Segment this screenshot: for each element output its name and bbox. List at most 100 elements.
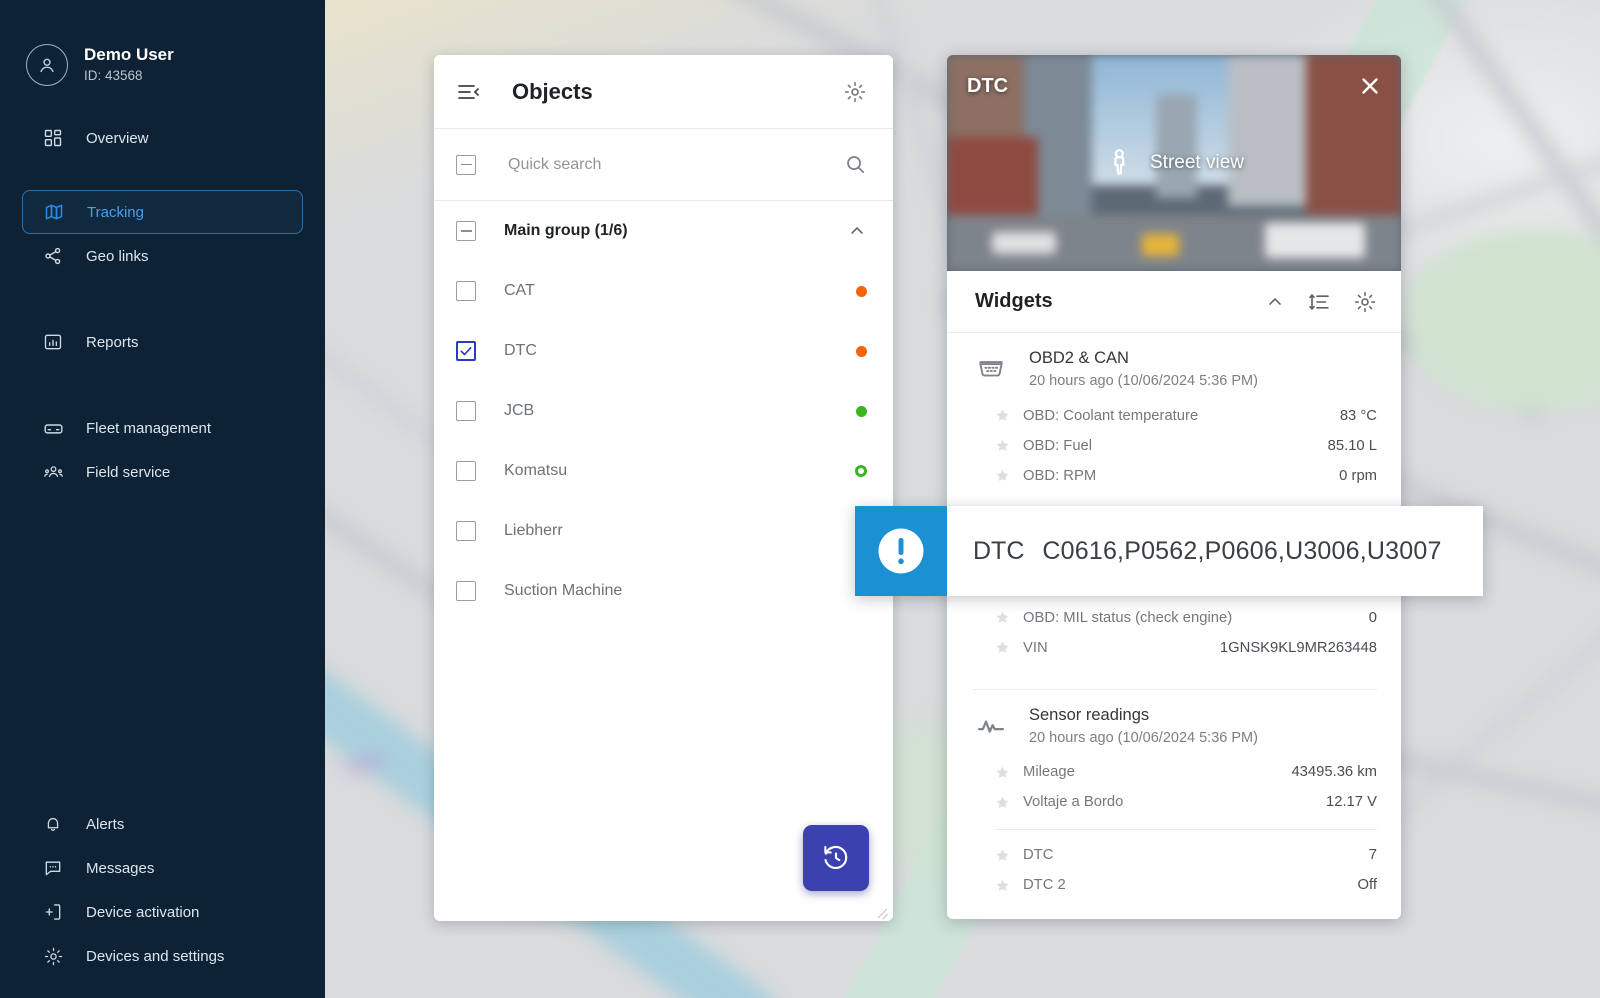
bell-icon (42, 813, 64, 835)
widget-row-key: VIN (1023, 639, 1048, 656)
sidebar-item-devices-and-settings[interactable]: Devices and settings (22, 934, 303, 978)
star-icon[interactable] (995, 408, 1011, 423)
map-icon (43, 201, 65, 223)
star-icon[interactable] (995, 848, 1011, 863)
star-icon[interactable] (995, 795, 1011, 810)
table-row[interactable]: CAT (434, 261, 893, 321)
widget-row-value: 12.17 V (1325, 794, 1377, 811)
user-id: ID: 43568 (84, 68, 143, 84)
grid-icon (42, 127, 64, 149)
widget-row[interactable]: Mileage 43495.36 km (947, 757, 1401, 787)
widget-row[interactable]: Voltaje a Bordo 12.17 V (947, 787, 1401, 817)
widget-row[interactable]: DTC 7 (947, 840, 1401, 870)
object-checkbox[interactable] (456, 581, 476, 601)
gear-icon (42, 945, 64, 967)
history-icon (821, 843, 851, 873)
dtc-tooltip-value: C0616,P0562,P0606,U3006,U3007 (1042, 536, 1442, 565)
object-checkbox[interactable] (456, 341, 476, 361)
object-checkbox[interactable] (456, 281, 476, 301)
chevron-up-icon[interactable] (847, 221, 867, 241)
widget-row-value: Off (1357, 877, 1377, 894)
exclamation-circle-icon (874, 524, 928, 578)
sidebar-item-label: Tracking (87, 203, 144, 221)
object-checkbox[interactable] (456, 521, 476, 541)
resize-grip[interactable] (875, 903, 889, 917)
star-icon[interactable] (995, 640, 1011, 655)
sort-lines-icon[interactable] (1307, 290, 1331, 314)
table-row[interactable]: Komatsu (434, 441, 893, 501)
objects-search-row: Quick search (434, 129, 893, 201)
table-row[interactable]: Liebherr (434, 501, 893, 561)
widgets-title: Widgets (975, 290, 1053, 312)
user-profile[interactable]: Demo User ID: 43568 (0, 0, 325, 86)
sidebar-item-tracking[interactable]: Tracking (22, 190, 303, 234)
object-label: Liebherr (504, 522, 563, 539)
sidebar-item-reports[interactable]: Reports (22, 320, 303, 364)
widget-row[interactable]: OBD: MIL status (check engine) 0 (947, 603, 1401, 633)
search-icon[interactable] (844, 153, 867, 176)
widget-row-key: DTC (1023, 847, 1054, 864)
group-label: Main group (1/6) (504, 222, 628, 239)
widget-row[interactable]: OBD: RPM 0 rpm (947, 461, 1401, 491)
star-icon[interactable] (995, 468, 1011, 483)
status-badge (856, 405, 867, 417)
widget-row[interactable]: OBD: Coolant temperature 83 °C (947, 401, 1401, 431)
sidebar-item-fleet-management[interactable]: Fleet management (22, 406, 303, 450)
dtc-tooltip-accent (855, 506, 947, 596)
gear-icon[interactable] (843, 80, 867, 104)
star-icon[interactable] (995, 438, 1011, 453)
widget-row-value: 83 °C (1339, 407, 1377, 424)
history-button[interactable] (803, 825, 869, 891)
star-icon[interactable] (995, 765, 1011, 780)
street-view-preview[interactable]: DTC Street view (947, 55, 1401, 271)
widget-section-header: OBD2 & CAN 20 hours ago (10/06/2024 5:36… (947, 347, 1401, 393)
object-label: Suction Machine (504, 582, 623, 599)
widget-row[interactable]: DTC 2 Off (947, 870, 1401, 900)
sidebar-item-label: Alerts (86, 815, 125, 833)
chevron-up-icon[interactable] (1265, 292, 1285, 312)
object-checkbox[interactable] (456, 401, 476, 421)
objects-panel-header: Objects (434, 55, 893, 129)
object-checkbox[interactable] (456, 461, 476, 481)
widget-row-value: 0 rpm (1339, 467, 1377, 484)
status-badge (856, 285, 867, 297)
dtc-tooltip-label: DTC (973, 536, 1025, 565)
object-label: DTC (504, 342, 537, 359)
object-label: CAT (504, 282, 535, 299)
star-icon[interactable] (995, 878, 1011, 893)
sidebar-item-messages[interactable]: Messages (22, 846, 303, 890)
street-view-button[interactable]: Street view (947, 55, 1401, 271)
collapse-list-icon[interactable] (456, 80, 480, 104)
widget-title: OBD2 & CAN (1029, 349, 1129, 367)
user-name: Demo User (84, 45, 174, 65)
search-input[interactable]: Quick search (508, 156, 844, 174)
widget-row-value: 85.10 L (1327, 437, 1377, 454)
widget-row-value: 0 (1368, 609, 1377, 626)
widget-row-value: 43495.36 km (1291, 764, 1377, 781)
select-all-checkbox[interactable] (456, 154, 476, 175)
sidebar-item-overview[interactable]: Overview (22, 116, 303, 160)
sidebar-item-label: Devices and settings (86, 947, 225, 965)
avatar (26, 44, 68, 86)
streetview-pegman-icon (1104, 147, 1136, 179)
star-icon[interactable] (995, 610, 1011, 625)
widget-row[interactable]: VIN 1GNSK9KL9MR263448 (947, 633, 1401, 663)
table-row[interactable]: DTC (434, 321, 893, 381)
share-icon (42, 245, 64, 267)
dtc-tooltip-body: DTC C0616,P0562,P0606,U3006,U3007 (947, 506, 1483, 596)
widget-timestamp: 20 hours ago (10/06/2024 5:36 PM) (1029, 729, 1258, 746)
sidebar-item-field-service[interactable]: Field service (22, 450, 303, 494)
sidebar-item-geo-links[interactable]: Geo links (22, 234, 303, 278)
sidebar-item-alerts[interactable]: Alerts (22, 802, 303, 846)
group-checkbox[interactable] (456, 221, 476, 241)
status-badge (856, 345, 867, 357)
sidebar-item-device-activation[interactable]: Device activation (22, 890, 303, 934)
car-icon (42, 417, 64, 439)
widget-section-header: Sensor readings 20 hours ago (10/06/2024… (947, 704, 1401, 750)
widget-row-key: OBD: Coolant temperature (1023, 407, 1199, 424)
gear-icon[interactable] (1353, 290, 1377, 314)
table-row[interactable]: JCB (434, 381, 893, 441)
table-row[interactable]: Suction Machine (434, 561, 893, 621)
widget-row[interactable]: OBD: Fuel 85.10 L (947, 431, 1401, 461)
objects-group-row[interactable]: Main group (1/6) (434, 201, 893, 261)
